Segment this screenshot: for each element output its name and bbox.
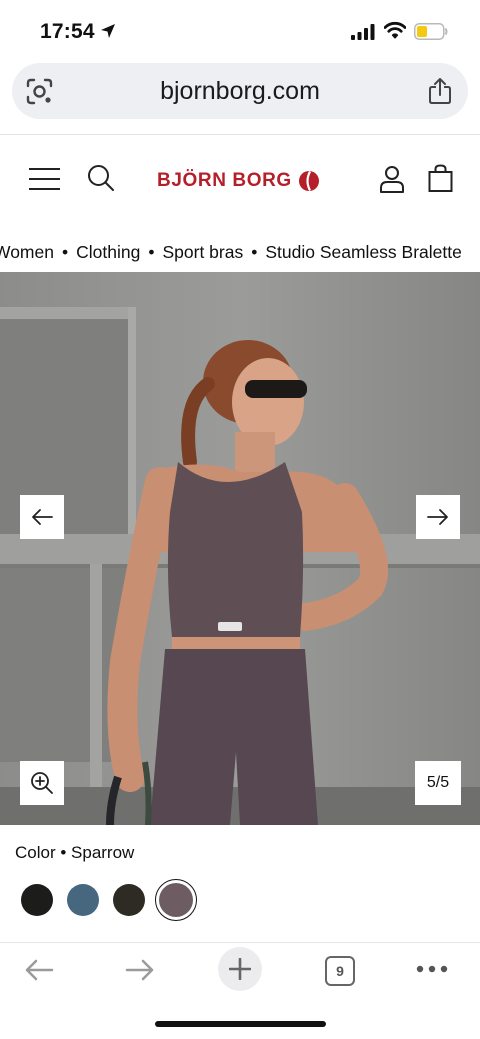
menu-icon[interactable] bbox=[29, 167, 60, 191]
home-indicator bbox=[155, 1021, 326, 1027]
breadcrumb: Women • Clothing • Sport bras • Studio Seamles… bbox=[0, 242, 480, 266]
brand-name: BJÖRN BORG bbox=[157, 170, 292, 191]
swatch-blue[interactable] bbox=[67, 884, 99, 916]
bag-icon[interactable] bbox=[428, 164, 453, 192]
breadcrumb-separator: • bbox=[251, 242, 258, 262]
url-text[interactable]: bjornborg.com bbox=[12, 77, 468, 106]
share-icon[interactable] bbox=[428, 77, 452, 105]
previous-image-button[interactable] bbox=[20, 495, 64, 539]
location-arrow-icon bbox=[101, 24, 115, 38]
tabs-button[interactable]: 9 bbox=[325, 956, 355, 986]
brand-logo[interactable]: BJÖRN BORG bbox=[157, 169, 320, 193]
swatch-sparrow-fill bbox=[159, 883, 193, 917]
battery-icon bbox=[414, 23, 448, 40]
swatch-dark-olive[interactable] bbox=[113, 884, 145, 916]
product-photo bbox=[0, 272, 480, 825]
swatch-sparrow[interactable] bbox=[155, 879, 197, 921]
arrow-right-icon bbox=[427, 509, 448, 525]
breadcrumb-item-sport-bras[interactable]: Sport bras bbox=[162, 242, 243, 262]
status-bar: 17:54 bbox=[0, 0, 480, 62]
breadcrumb-item-women[interactable]: Women bbox=[0, 242, 54, 262]
address-bar[interactable]: bjornborg.com bbox=[12, 63, 468, 119]
brand-mark-icon bbox=[298, 170, 319, 192]
color-label: Color • Sparrow bbox=[15, 843, 135, 862]
breadcrumb-separator: • bbox=[148, 242, 155, 262]
arrow-left-icon bbox=[32, 509, 53, 525]
back-icon[interactable] bbox=[24, 958, 54, 982]
more-icon[interactable] bbox=[416, 963, 448, 975]
new-tab-button[interactable] bbox=[218, 947, 262, 991]
wifi-icon bbox=[384, 21, 406, 39]
swatch-black[interactable] bbox=[21, 884, 53, 916]
search-icon[interactable] bbox=[87, 164, 115, 192]
plus-icon bbox=[229, 958, 251, 980]
site-header: BJÖRN BORG bbox=[0, 135, 480, 225]
account-icon[interactable] bbox=[379, 165, 405, 193]
product-image-gallery[interactable]: 5/5 bbox=[0, 272, 480, 825]
breadcrumb-item-current[interactable]: Studio Seamless Bralette bbox=[265, 242, 462, 262]
status-time: 17:54 bbox=[40, 20, 95, 43]
breadcrumb-separator: • bbox=[61, 242, 69, 262]
breadcrumb-item-clothing[interactable]: Clothing bbox=[76, 242, 140, 262]
forward-icon[interactable] bbox=[125, 958, 155, 982]
zoom-button[interactable] bbox=[20, 761, 64, 805]
image-counter: 5/5 bbox=[415, 761, 461, 805]
zoom-in-icon bbox=[31, 772, 53, 794]
signal-icon bbox=[351, 24, 375, 40]
next-image-button[interactable] bbox=[416, 495, 460, 539]
